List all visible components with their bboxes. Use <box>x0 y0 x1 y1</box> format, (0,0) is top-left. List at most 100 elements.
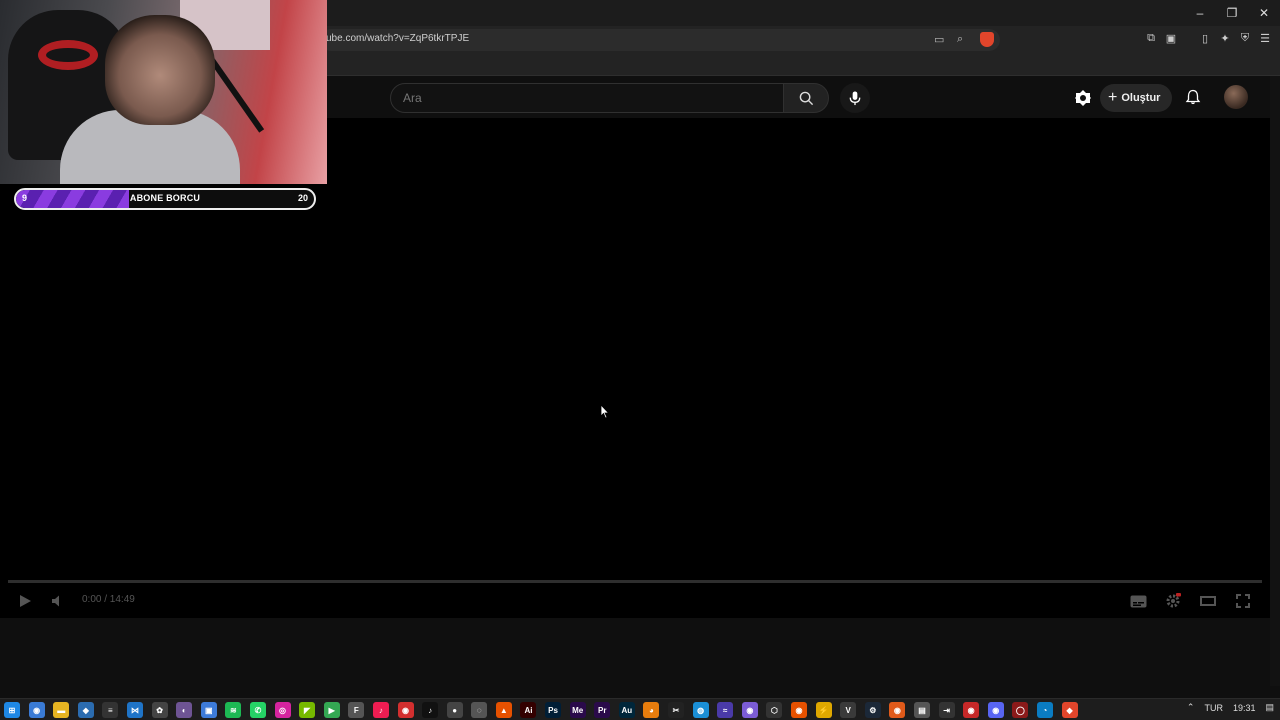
below-player-area <box>0 618 1270 686</box>
address-bar[interactable]: ube.com/watch?v=ZqP6tkrTPJE ▭ ⌕ <box>320 29 1000 51</box>
app-icon-41[interactable]: ◯ <box>1012 702 1029 718</box>
steam-icon[interactable]: ⚙ <box>864 702 881 718</box>
player-controls: 0:00 / 14:49 <box>0 588 1270 618</box>
chatgpt-icon[interactable]: ✿ <box>151 702 168 718</box>
mute-button[interactable] <box>48 591 68 611</box>
maximize-button[interactable]: ❐ <box>1216 0 1248 26</box>
windows-taskbar: ⊞ ◉ ▬ ◆ ≡ ⋈ ✿ ◐ ▣ ≋ ✆ ◎ ◤ ▶ F ♪ ◉ ♪ ● ◌ ▲ Ai Ps Me Pr Au ◕ ✂ ◍ ≈ ◉ ⬡ ◉ ⚡ V… <box>0 698 1280 720</box>
premiere-icon[interactable]: Pr <box>594 702 611 718</box>
vpn-icon[interactable]: ⛨ <box>1238 31 1252 45</box>
play-icon <box>20 595 31 607</box>
create-button-label: Oluştur <box>1121 92 1161 104</box>
brave-shields-icon[interactable] <box>980 32 994 47</box>
app-icon-18[interactable]: ● <box>446 702 463 718</box>
time-display: 0:00 / 14:49 <box>82 594 135 605</box>
plus-icon: + <box>1108 89 1118 106</box>
fullscreen-icon <box>1236 594 1250 608</box>
subtitles-icon <box>1130 595 1146 607</box>
theater-mode-icon <box>1200 596 1216 606</box>
window-controls: – ❐ ✕ <box>1184 0 1280 26</box>
subtitles-button[interactable] <box>1128 591 1148 611</box>
create-button[interactable]: + Oluştur <box>1100 84 1172 112</box>
blender-icon[interactable]: ◕ <box>643 702 660 718</box>
app-icon-36[interactable]: ◉ <box>889 702 906 718</box>
notifications-icon[interactable]: ▤ <box>1265 702 1274 713</box>
app-icon-39[interactable]: ◉ <box>963 702 980 718</box>
photoshop-icon[interactable]: Ps <box>545 702 562 718</box>
progress-bar[interactable] <box>8 580 1262 583</box>
spotify-icon[interactable]: ≋ <box>225 702 242 718</box>
microphone-icon <box>849 90 861 105</box>
extensions-icon[interactable]: ⧉ <box>1144 31 1158 45</box>
taskbar-apps: ⊞ ◉ ▬ ◆ ≡ ⋈ ✿ ◐ ▣ ≋ ✆ ◎ ◤ ▶ F ♪ ◉ ♪ ● ◌ ▲ Ai Ps Me Pr Au ◕ ✂ ◍ ≈ ◉ ⬡ ◉ ⚡ V… <box>4 702 1078 718</box>
subscriber-goal-bar: 9 ABONE BORCU 20 <box>14 188 316 210</box>
edge-icon[interactable]: ◔ <box>1036 702 1053 718</box>
app-icon-3[interactable]: ◆ <box>77 702 94 718</box>
leo-ai-icon[interactable]: ✦ <box>1218 31 1232 45</box>
chevron-up-icon[interactable]: ⌃ <box>1187 702 1195 713</box>
input-language[interactable]: TUR <box>1204 703 1223 713</box>
goal-label: ABONE BORCU <box>129 193 201 203</box>
app-icon-31[interactable]: ⬡ <box>766 702 783 718</box>
app-icon-16[interactable]: ◉ <box>397 702 414 718</box>
zoom-icon[interactable]: ⌕ <box>957 33 963 46</box>
vscode-icon[interactable]: ⋈ <box>126 702 143 718</box>
minimize-button[interactable]: – <box>1184 0 1216 26</box>
close-button[interactable]: ✕ <box>1248 0 1280 26</box>
tiktok-icon-2[interactable]: ♪ <box>422 702 439 718</box>
app-icon-37[interactable]: ▤ <box>913 702 930 718</box>
notifications-bell-icon[interactable] <box>1185 89 1201 105</box>
search-input[interactable] <box>403 91 763 105</box>
app-icon-1[interactable]: ◉ <box>28 702 45 718</box>
audition-icon[interactable]: Au <box>618 702 635 718</box>
capcut-icon[interactable]: ✂ <box>668 702 685 718</box>
app-icon-20[interactable]: ▲ <box>495 702 512 718</box>
voice-search-button[interactable] <box>840 83 870 113</box>
brave-icon[interactable]: ◆ <box>1061 702 1078 718</box>
page-scrollbar[interactable] <box>1270 76 1280 686</box>
media-encoder-icon[interactable]: Me <box>569 702 586 718</box>
app-icon-4[interactable]: ≡ <box>102 702 119 718</box>
search-button[interactable] <box>783 83 829 113</box>
app-icon-34[interactable]: V <box>840 702 857 718</box>
search-icon <box>799 91 813 105</box>
search-box[interactable] <box>390 83 784 113</box>
theater-mode-button[interactable] <box>1198 591 1218 611</box>
gear-icon <box>1166 593 1181 608</box>
sidebar-icon[interactable]: ▯ <box>1198 31 1212 45</box>
tiktok-icon-1[interactable]: ♪ <box>372 702 389 718</box>
illustrator-icon[interactable]: Ai <box>520 702 537 718</box>
menu-icon[interactable]: ☰ <box>1258 31 1272 45</box>
webcam-overlay <box>0 0 327 184</box>
extension-icons: ⧉ ▣ ▯ ✦ ⛨ ☰ <box>1144 31 1272 45</box>
fullscreen-button[interactable] <box>1233 591 1253 611</box>
app-icon-29[interactable]: ≈ <box>717 702 734 718</box>
discord-icon[interactable]: ◉ <box>987 702 1004 718</box>
whatsapp-icon[interactable]: ✆ <box>249 702 266 718</box>
windows-start-icon[interactable]: ⊞ <box>4 702 20 718</box>
file-explorer-icon[interactable]: ▬ <box>53 702 70 718</box>
app-icon-32[interactable]: ◉ <box>791 702 807 718</box>
volume-icon <box>52 595 59 607</box>
app-icon-28[interactable]: ◍ <box>692 702 709 718</box>
settings-button[interactable] <box>1163 591 1183 611</box>
url-text[interactable]: ube.com/watch?v=ZqP6tkrTPJE <box>326 33 469 44</box>
mouse-cursor-icon <box>600 404 610 419</box>
instagram-icon[interactable]: ◎ <box>274 702 291 718</box>
app-icon-14[interactable]: F <box>348 702 365 718</box>
github-icon[interactable]: ◐ <box>176 702 193 718</box>
play-store-icon[interactable]: ▶ <box>323 702 340 718</box>
system-tray: ⌃ TUR 19:31 ▤ <box>1187 702 1274 713</box>
nvidia-icon[interactable]: ◤ <box>299 702 316 718</box>
shorts-upload-icon[interactable] <box>1074 89 1092 107</box>
app-icon-30[interactable]: ◉ <box>741 702 758 718</box>
cast-tab-icon[interactable]: ▭ <box>934 33 944 46</box>
screenshot-icon[interactable]: ▣ <box>1164 31 1178 45</box>
app-icon-19[interactable]: ◌ <box>471 702 488 718</box>
clock[interactable]: 19:31 <box>1233 703 1256 713</box>
app-icon-38[interactable]: ⇥ <box>938 702 955 718</box>
app-icon-33[interactable]: ⚡ <box>815 702 832 718</box>
avatar[interactable] <box>1224 85 1248 109</box>
play-button[interactable] <box>15 591 35 611</box>
app-icon-8[interactable]: ▣ <box>200 702 217 718</box>
